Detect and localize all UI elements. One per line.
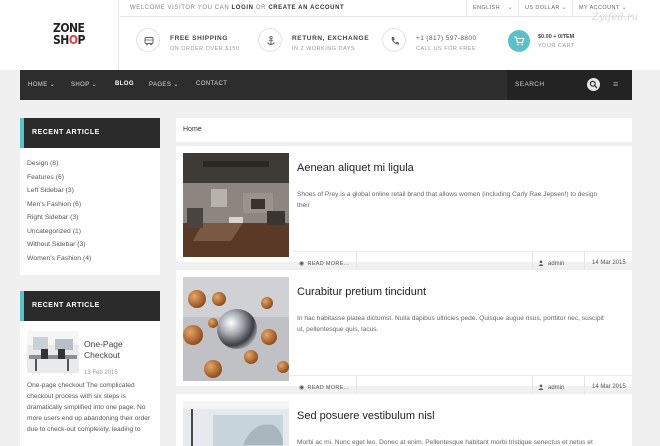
post-image[interactable]	[183, 277, 289, 381]
nav-item-blog[interactable]: BLOG	[115, 81, 134, 87]
chevron-down-icon: ⌄	[561, 5, 567, 11]
chevron-down-icon: ⌄	[173, 82, 179, 88]
cart-label[interactable]: YOUR CART	[538, 43, 575, 49]
read-more-link[interactable]: ◉ READ MORE...	[299, 260, 349, 267]
user-icon	[538, 384, 544, 390]
category-link[interactable]: Men's Fashion (6)	[27, 201, 81, 208]
category-link[interactable]: Features (6)	[27, 174, 64, 181]
categories-widget: RECENT ARTICLE Design (8) Features (6) L…	[20, 118, 160, 275]
post-excerpt: Morbi ac mi. Nunc eget leo. Donec at eni…	[297, 439, 593, 446]
category-link[interactable]: Left Sidebar (3)	[27, 187, 74, 194]
post-date: 14 Mar 2015	[592, 384, 626, 390]
eye-icon: ◉	[299, 385, 305, 391]
chevron-down-icon: ⌄	[49, 82, 56, 88]
category-link[interactable]: Design (8)	[27, 160, 58, 167]
blog-post: Sed posuere vestibulum nisl Morbi ac mi.…	[176, 394, 632, 446]
post-image[interactable]	[183, 153, 289, 257]
recent-post-thumbnail[interactable]	[27, 331, 79, 373]
menu-icon[interactable]: ≡	[613, 79, 618, 89]
logo[interactable]: ZONE SHOP	[20, 0, 119, 70]
category-link[interactable]: Women's Fashion (4)	[27, 255, 91, 262]
recent-post-title[interactable]: Checkout	[84, 350, 120, 360]
recent-article-widget: RECENT ARTICLE One-Page Checkout 13 Feb …	[20, 291, 160, 446]
post-title[interactable]: Aenean aliquet mi ligula	[297, 162, 414, 174]
cart-amount[interactable]: $0.00 + 0ITEM	[538, 34, 574, 40]
cart-icon	[514, 36, 525, 46]
recent-post-text: checkout process with six steps is	[27, 393, 126, 400]
post-title[interactable]: Curabitur pretium tincidunt	[297, 286, 426, 298]
welcome-text: WELCOME VISITOR YOU CAN LOGIN OR CREATE …	[130, 5, 345, 11]
login-link[interactable]: LOGIN	[232, 5, 254, 11]
cart-button[interactable]	[508, 30, 530, 52]
category-link[interactable]: Without Sidebar (3)	[27, 241, 86, 248]
phone-icon	[391, 37, 399, 45]
recent-post-title[interactable]: One-Page	[84, 339, 123, 349]
watermark: Zyifed.ru	[592, 12, 639, 23]
chevron-down-icon: ⌄	[507, 5, 513, 11]
currency-dropdown[interactable]: US DOLLAR ⌄	[518, 0, 572, 17]
category-link[interactable]: Uncategorized (1)	[27, 228, 81, 235]
truck-icon	[144, 37, 154, 46]
chevron-down-icon: ⌄	[91, 82, 98, 88]
nav-item-shop[interactable]: SHOP ⌄	[71, 81, 97, 88]
category-link[interactable]: Right Sidebar (3)	[27, 214, 78, 221]
recent-post-text: more users end up abandoning their order	[27, 415, 151, 422]
post-date: 14 Mar 2015	[592, 260, 626, 266]
post-image[interactable]	[183, 401, 289, 446]
chevron-down-icon: ⌄	[621, 5, 627, 11]
widget-header: RECENT ARTICLE	[20, 291, 160, 321]
recent-post-text: due to check-out complexity, leading to	[27, 426, 141, 433]
breadcrumb: Home	[176, 118, 632, 142]
search-button[interactable]	[587, 78, 600, 91]
create-account-link[interactable]: CREATE AN ACCOUNT	[268, 5, 344, 11]
search-icon	[589, 80, 598, 89]
post-title[interactable]: Sed posuere vestibulum nisl	[297, 410, 435, 422]
post-author: admin	[538, 384, 564, 391]
nav-item-contact[interactable]: CONTACT	[196, 81, 227, 87]
blog-post: Aenean aliquet mi ligula Shoes of Prey i…	[176, 146, 632, 274]
main-nav: HOME ⌄ SHOP ⌄ BLOG PAGES ⌄ CONTACT SEARC…	[20, 70, 632, 100]
search-box[interactable]: SEARCH ≡	[507, 70, 632, 100]
site-header: ZONE SHOP WELCOME VISITOR YOU CAN LOGIN …	[0, 0, 660, 70]
post-excerpt: In hac habitasse platea dictumst. Nulla …	[297, 315, 604, 333]
recent-post-text: One-page checkout The complicated	[27, 382, 135, 389]
post-author: admin	[538, 260, 564, 267]
breadcrumb-home[interactable]: Home	[183, 126, 202, 133]
logo-line-2: SHOP	[53, 33, 85, 47]
search-input[interactable]: SEARCH	[515, 81, 545, 88]
recent-post-date: 13 Feb 2015	[84, 370, 118, 376]
language-dropdown[interactable]: ENGLISH ⌄	[466, 0, 518, 17]
user-icon	[538, 260, 544, 266]
anchor-icon	[267, 35, 275, 45]
eye-icon: ◉	[299, 261, 305, 267]
nav-item-pages[interactable]: PAGES ⌄	[149, 81, 179, 88]
top-bar: WELCOME VISITOR YOU CAN LOGIN OR CREATE …	[120, 0, 632, 17]
post-excerpt: Shoes of Prey is a global online retail …	[297, 191, 598, 209]
nav-item-home[interactable]: HOME ⌄	[28, 81, 55, 88]
read-more-link[interactable]: ◉ READ MORE...	[299, 384, 349, 391]
widget-header: RECENT ARTICLE	[20, 118, 160, 148]
blog-post: Curabitur pretium tincidunt In hac habit…	[176, 270, 632, 398]
recent-post-text: dramatically simplified into one page. N…	[27, 404, 146, 411]
